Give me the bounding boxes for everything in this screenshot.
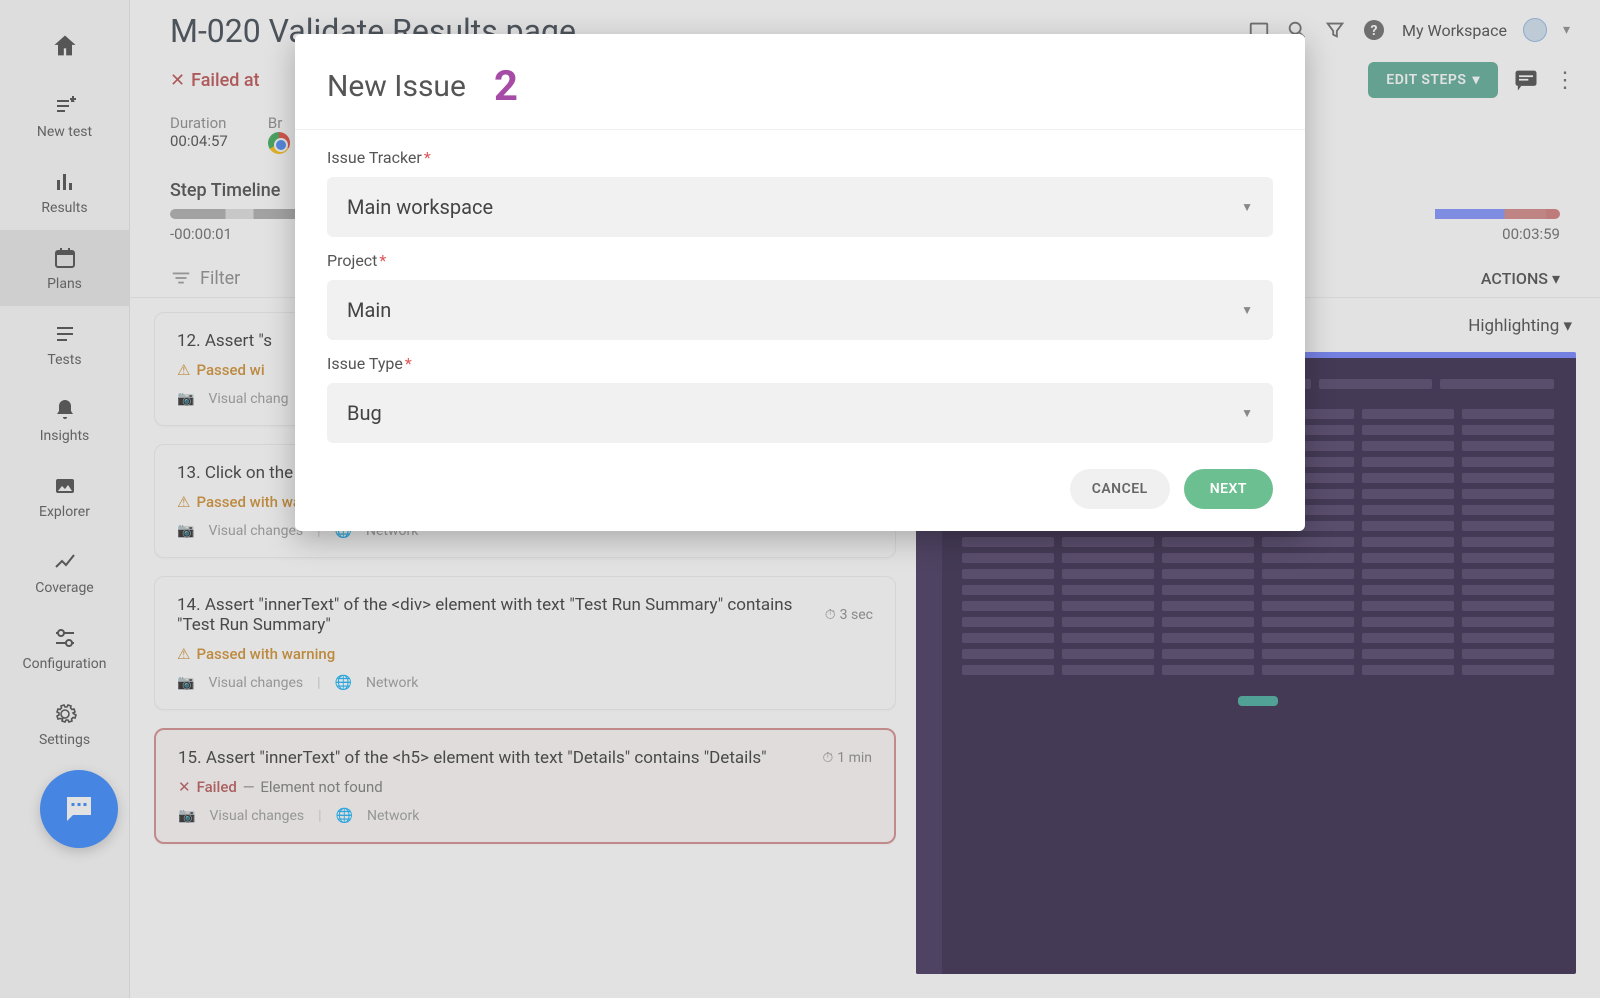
tracker-label: Issue Tracker*: [327, 148, 1273, 167]
issue-type-label: Issue Type*: [327, 354, 1273, 373]
project-label: Project*: [327, 251, 1273, 270]
chevron-down-icon: ▼: [1241, 200, 1253, 214]
step-badge: 2: [494, 62, 518, 111]
issue-type-select[interactable]: Bug ▼: [327, 383, 1273, 443]
chevron-down-icon: ▼: [1241, 406, 1253, 420]
modal-title: New Issue: [327, 69, 466, 104]
cancel-button[interactable]: CANCEL: [1070, 469, 1170, 509]
new-issue-modal: New Issue 2 Issue Tracker* Main workspac…: [295, 34, 1305, 531]
project-select[interactable]: Main ▼: [327, 280, 1273, 340]
chevron-down-icon: ▼: [1241, 303, 1253, 317]
tracker-value: Main workspace: [347, 195, 493, 219]
issue-type-value: Bug: [347, 401, 382, 425]
modal-title-row: New Issue 2: [327, 62, 1273, 129]
next-button[interactable]: NEXT: [1184, 469, 1273, 509]
project-value: Main: [347, 298, 391, 322]
modal-actions: CANCEL NEXT: [327, 469, 1273, 509]
tracker-select[interactable]: Main workspace ▼: [327, 177, 1273, 237]
